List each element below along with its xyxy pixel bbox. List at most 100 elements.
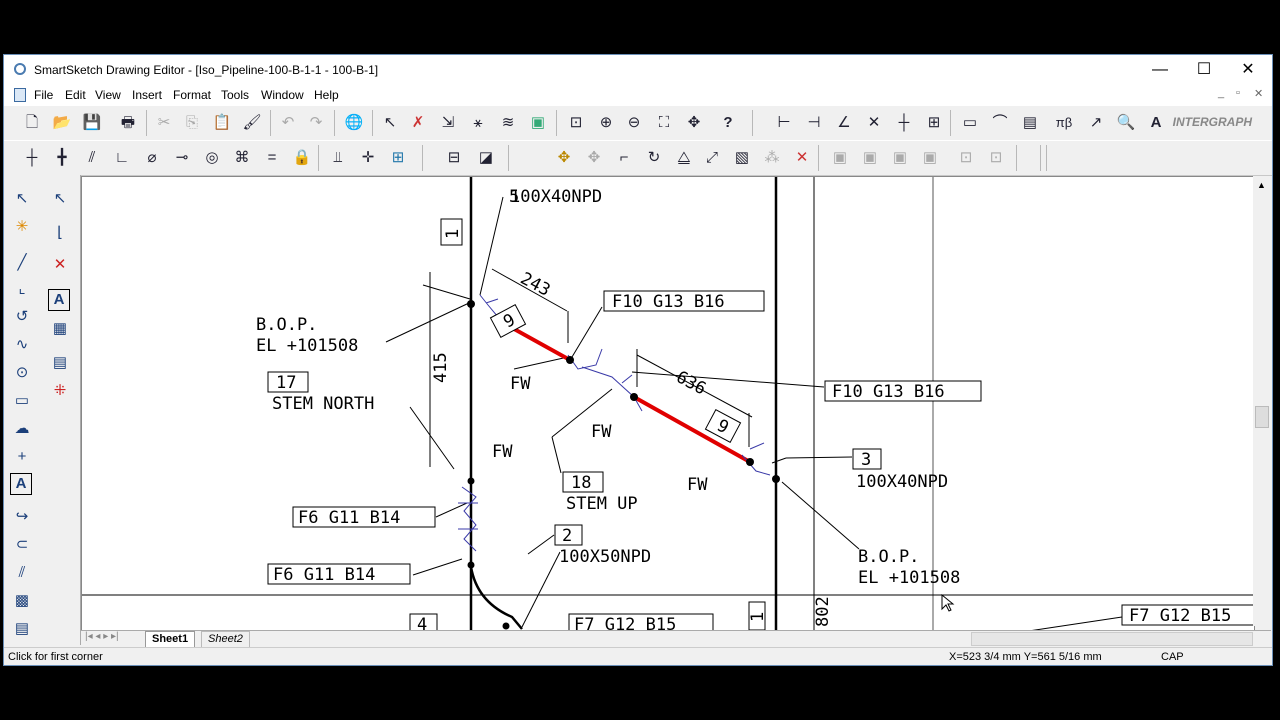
dimension-line-icon[interactable]: ⫽ — [10, 561, 34, 585]
fill-icon[interactable]: ▧ — [730, 146, 754, 170]
menu-help[interactable]: Help — [314, 88, 339, 102]
line-icon[interactable]: ╱ — [10, 251, 34, 275]
select-arrow-alt-icon[interactable]: ↖ — [48, 187, 72, 211]
menu-insert[interactable]: Insert — [132, 88, 162, 102]
redo-icon[interactable]: ↷ — [304, 111, 328, 135]
scroll-up-icon[interactable]: ▲ — [1257, 180, 1266, 190]
open-icon[interactable]: 📂 — [50, 111, 74, 135]
cloud-icon[interactable]: ☁ — [10, 417, 34, 441]
lock-icon[interactable]: 🔒 — [290, 146, 314, 170]
parallel-icon[interactable]: ⫽ — [80, 146, 104, 170]
stretch-icon[interactable]: ⤢ — [700, 146, 724, 170]
ungroup-icon[interactable]: ▣ — [858, 146, 882, 170]
group-icon[interactable]: ▣ — [828, 146, 852, 170]
zoom-out-icon[interactable]: ⊖ — [622, 111, 646, 135]
symmetric-icon[interactable]: ⌘ — [230, 146, 254, 170]
save-icon[interactable]: 💾 — [80, 111, 104, 135]
minimize-button[interactable]: — — [1140, 59, 1180, 81]
print-icon[interactable]: 🖶 — [116, 111, 140, 135]
select-tool-icon[interactable]: ↖ — [378, 111, 402, 135]
zoom-in-icon[interactable]: ⊕ — [594, 111, 618, 135]
image-icon[interactable]: ▤ — [10, 617, 34, 641]
arc-draw-icon[interactable]: ↺ — [10, 305, 34, 329]
mdi-restore-button[interactable]: ▫ — [1236, 87, 1240, 99]
relationship-icon[interactable]: ⚹ — [466, 111, 490, 135]
polyline-icon[interactable]: ⌞ — [10, 277, 34, 301]
snap-point-icon[interactable]: ┼ — [20, 146, 44, 170]
perpendicular-icon[interactable]: ∟ — [110, 146, 134, 170]
maximize-button[interactable]: ☐ — [1184, 59, 1224, 81]
delete-tool-icon[interactable]: ✗ — [406, 111, 430, 135]
select-arrow-icon[interactable]: ↖ — [10, 187, 34, 211]
menu-format[interactable]: Format — [173, 88, 211, 102]
point-icon[interactable]: + — [10, 445, 34, 469]
inspect-icon[interactable]: 🔍 — [1114, 111, 1138, 135]
mdi-minimize-button[interactable]: _ — [1218, 87, 1224, 99]
align-icon[interactable]: ⊡ — [954, 146, 978, 170]
close-button[interactable]: ✕ — [1228, 59, 1268, 81]
tab-sheet2[interactable]: Sheet2 — [201, 631, 250, 648]
angle-dimension-icon[interactable]: ∠ — [832, 111, 856, 135]
copy-move-icon[interactable]: ✥ — [582, 146, 606, 170]
hatch-icon[interactable]: ▦ — [48, 317, 72, 341]
pan-icon[interactable]: ✥ — [682, 111, 706, 135]
midpoint-icon[interactable]: ⊸ — [170, 146, 194, 170]
arc-icon[interactable]: ⌒ — [988, 111, 1012, 135]
concentric-icon[interactable]: ◎ — [200, 146, 224, 170]
new-icon[interactable]: 🗋 — [20, 111, 44, 135]
web-globe-icon[interactable]: 🌐 — [342, 111, 366, 135]
symbol-tool-icon[interactable]: ⇲ — [436, 111, 460, 135]
fill-area-icon[interactable]: ▩ — [10, 589, 34, 613]
connector-icon[interactable]: ⌊ — [48, 221, 72, 245]
menu-view[interactable]: View — [95, 88, 121, 102]
rectangle-icon[interactable]: ▭ — [10, 389, 34, 413]
cross-icon[interactable]: ✕ — [862, 111, 886, 135]
drawing-canvas[interactable]: 5 100X40NPD 1 243 F10 G13 B16 9 B.O.P. E… — [81, 176, 1255, 640]
smart-select-icon[interactable]: ✳ — [10, 215, 34, 239]
trim-icon[interactable]: ✕ — [790, 146, 814, 170]
fillet-icon[interactable]: ⌐ — [612, 146, 636, 170]
bring-front-icon[interactable]: ▣ — [888, 146, 912, 170]
balloon-icon[interactable]: ⊂ — [10, 533, 34, 557]
menu-tools[interactable]: Tools — [221, 88, 249, 102]
text-box-icon[interactable]: A — [48, 289, 70, 311]
move-point-icon[interactable]: ✛ — [356, 146, 380, 170]
help-pointer-icon[interactable]: ? — [716, 111, 740, 135]
intersect-icon[interactable]: ┼ — [892, 111, 916, 135]
table-icon[interactable]: ▤ — [48, 351, 72, 375]
curve-icon[interactable]: ∿ — [10, 333, 34, 357]
select-box-icon[interactable]: ◪ — [474, 146, 498, 170]
leader-icon[interactable]: ↗ — [1084, 111, 1108, 135]
tab-sheet1[interactable]: Sheet1 — [145, 631, 196, 648]
send-back-icon[interactable]: ▣ — [918, 146, 942, 170]
leader-arc-icon[interactable]: ↪ — [10, 505, 34, 529]
fit-icon[interactable]: ⛶ — [652, 111, 676, 135]
distribute-icon[interactable]: ⊡ — [984, 146, 1008, 170]
vertical-scrollbar[interactable]: ▲ — [1253, 176, 1270, 626]
undo-icon[interactable]: ↶ — [276, 111, 300, 135]
menu-edit[interactable]: Edit — [65, 88, 86, 102]
equal-icon[interactable]: = — [260, 146, 284, 170]
text-icon[interactable]: A — [10, 473, 32, 495]
tangent-icon[interactable]: ⌀ — [140, 146, 164, 170]
symbols-icon[interactable]: πβ — [1052, 111, 1076, 135]
zoom-area-icon[interactable]: ⊡ — [564, 111, 588, 135]
text-format-icon[interactable]: A — [1144, 111, 1168, 135]
document-view-icon[interactable]: ▤ — [1018, 111, 1042, 135]
pattern-icon[interactable]: ⁂ — [760, 146, 784, 170]
cut-icon[interactable]: ✂ — [152, 111, 176, 135]
horizontal-scrollbar[interactable] — [971, 632, 1253, 646]
vertical-scroll-thumb[interactable] — [1255, 406, 1269, 428]
dimension-tool-icon[interactable]: ⊢ — [772, 111, 796, 135]
rotate-icon[interactable]: ↻ — [642, 146, 666, 170]
circle-icon[interactable]: ⊙ — [10, 361, 34, 385]
mdi-close-button[interactable]: ✕ — [1254, 87, 1263, 100]
sheet-icon[interactable]: ▣ — [526, 111, 550, 135]
label-icon[interactable]: ⊟ — [442, 146, 466, 170]
menu-window[interactable]: Window — [261, 88, 304, 102]
delete-icon[interactable]: ✕ — [48, 253, 72, 277]
grid-dim-icon[interactable]: ⊞ — [922, 111, 946, 135]
points-icon[interactable]: ⁜ — [48, 379, 72, 403]
ruler-icon[interactable]: ▭ — [958, 111, 982, 135]
paste-icon[interactable]: 📋 — [210, 111, 234, 135]
